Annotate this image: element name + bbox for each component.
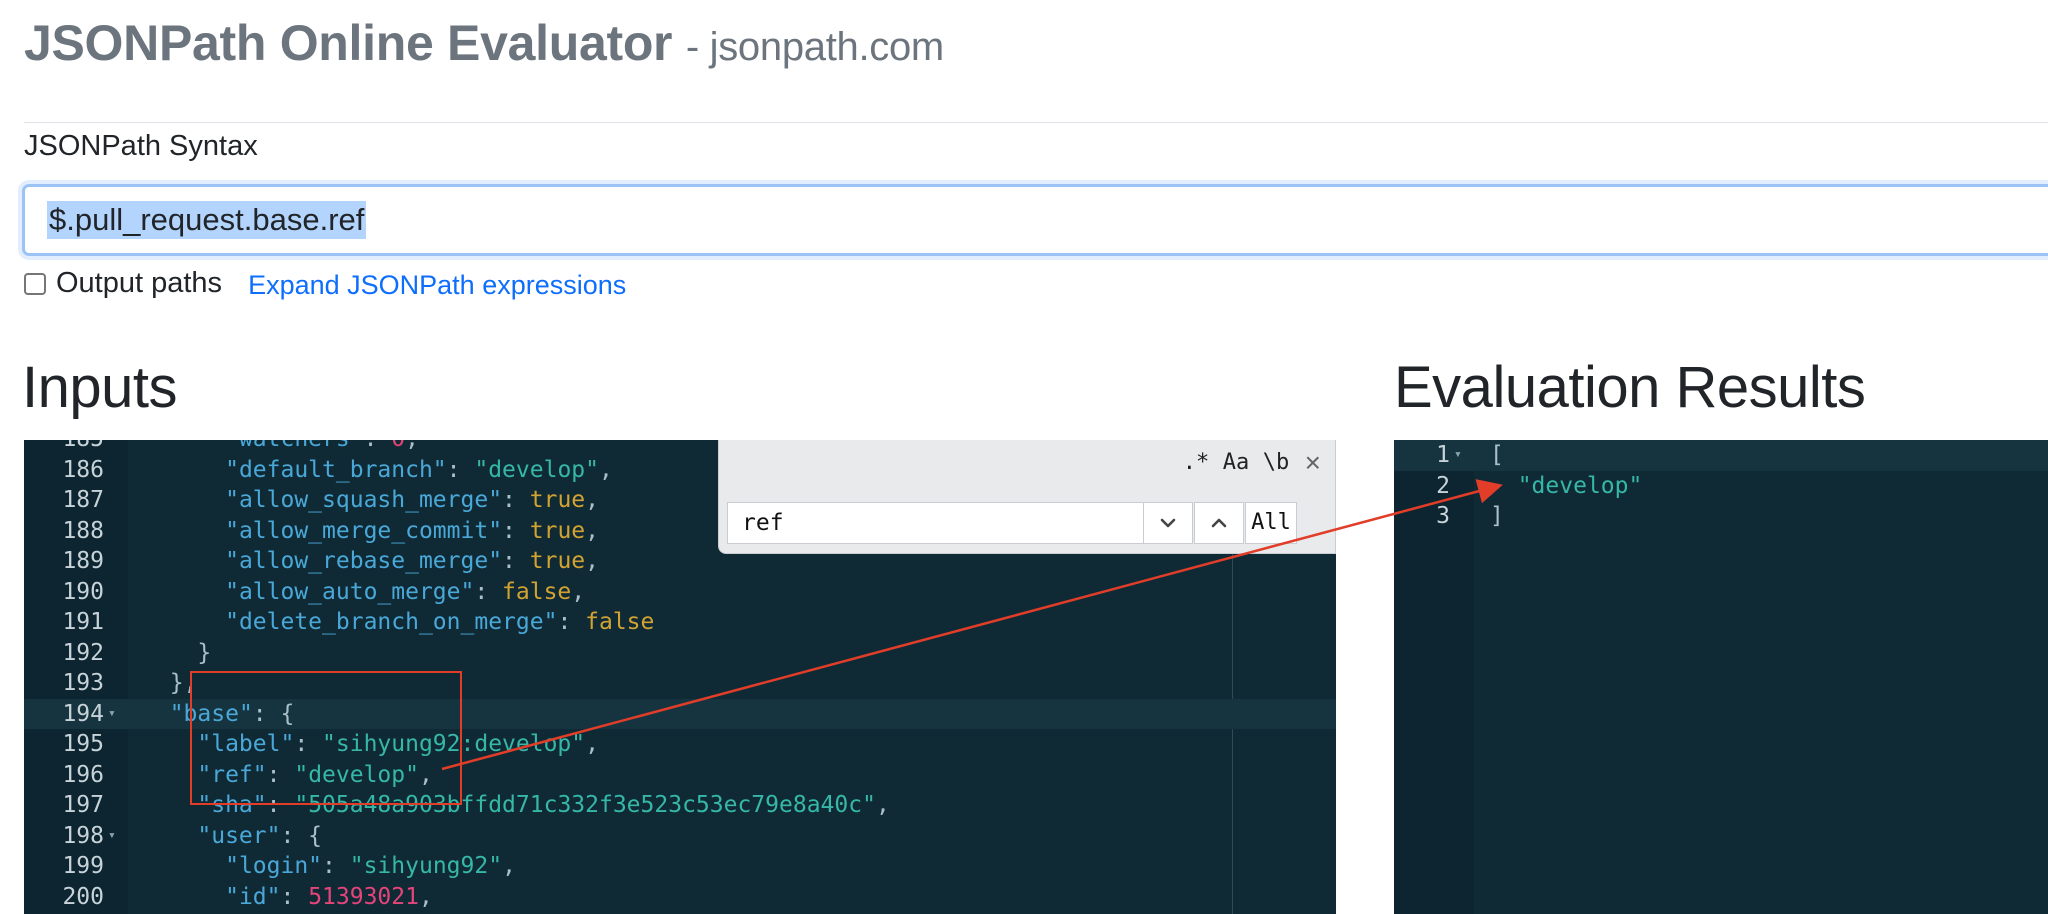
annotation-arrow: [441, 479, 1503, 771]
